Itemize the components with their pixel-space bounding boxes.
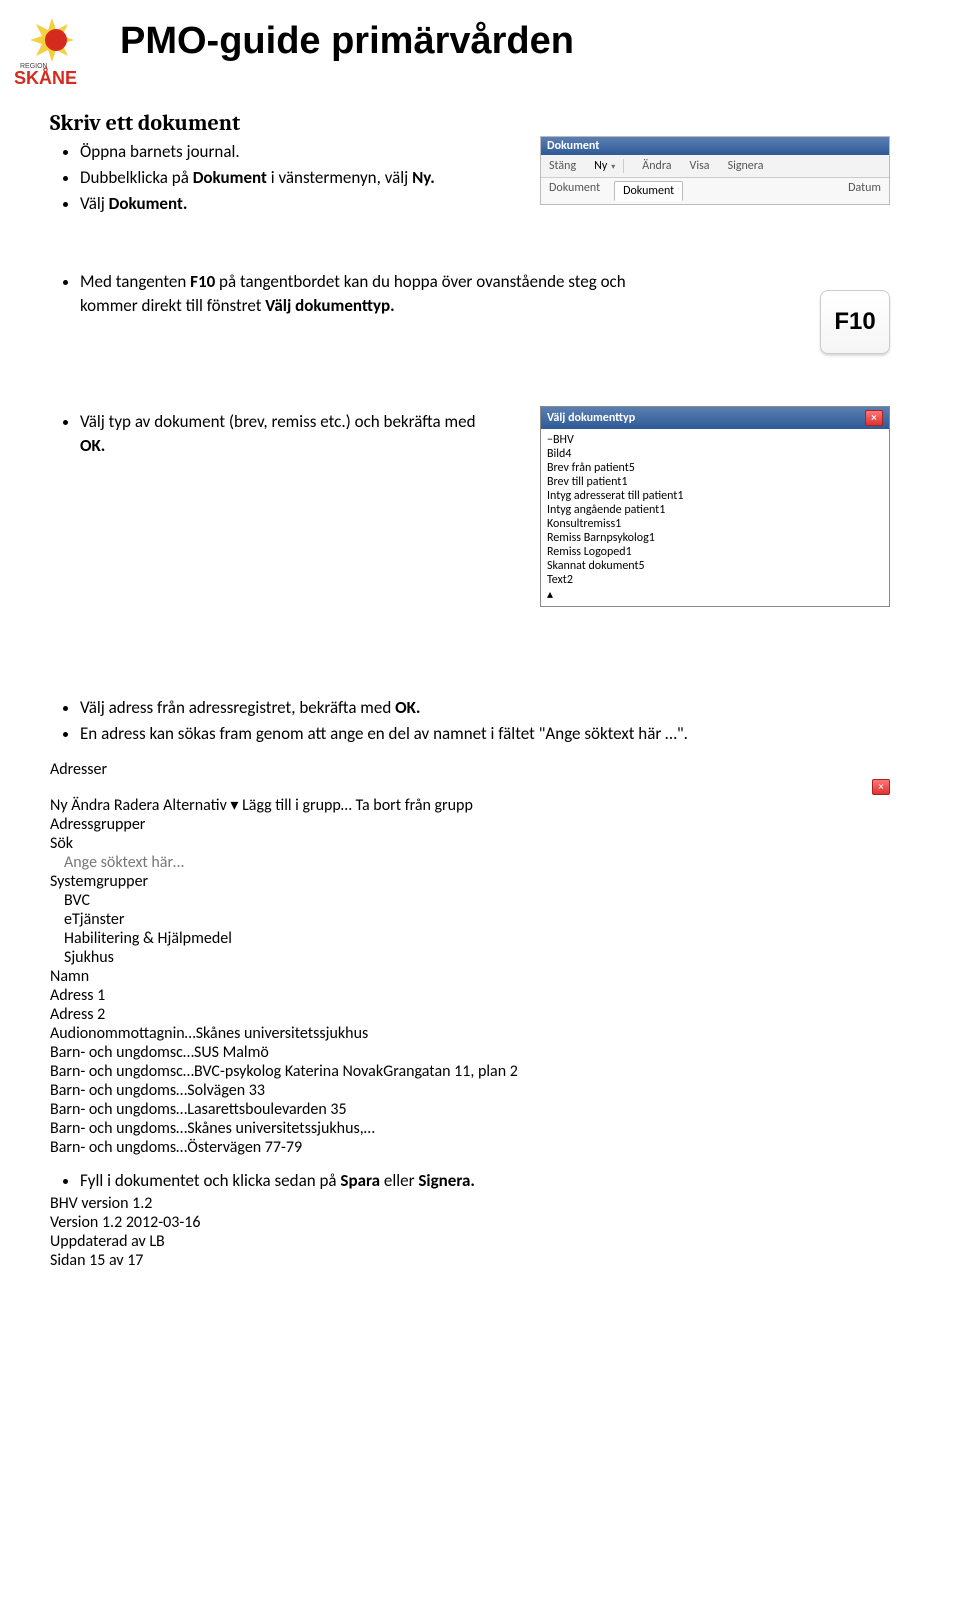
doctype-row[interactable]: Skannat dokument5 [547, 559, 885, 573]
list-item: Välj typ av dokument (brev, remiss etc.)… [80, 410, 480, 458]
address-row[interactable]: Barn- och ungdomsc…BVC-psykolog Katerina… [50, 1062, 890, 1081]
page-main-title: PMO-guide primärvården [120, 20, 574, 63]
col-adress1[interactable]: Adress 1 [50, 986, 890, 1005]
toolbar-buttons: Stäng Ny Ändra Visa Signera [541, 155, 889, 178]
doctype-row[interactable]: Text2 [547, 573, 885, 587]
screenshot-valj-dokumenttyp: Välj dokumenttyp × − BHV Bild4Brev från … [540, 406, 890, 607]
screenshot-adresser: Adresser × Ny Ändra Radera Alternativ ▾ … [50, 760, 890, 1157]
skane-logo: REGION SKÅNE [12, 10, 92, 90]
col-datum: Datum [848, 181, 881, 201]
doctype-row[interactable]: Intyg adresserat till patient1 [547, 489, 885, 503]
adr-btn-lagg-till[interactable]: Lägg till i grupp… [242, 796, 352, 815]
f10-key-icon: F10 [820, 290, 890, 354]
tab-dokument-1[interactable]: Dokument [549, 181, 600, 201]
footer-page-number: Sidan 15 av 17 [50, 1251, 890, 1270]
address-row[interactable]: Audionommottagnin…Skånes universitetssju… [50, 1024, 890, 1043]
adresser-columns: Namn Adress 1 Adress 2 [50, 967, 890, 1024]
close-icon[interactable]: × [865, 410, 883, 426]
address-row[interactable]: Barn- och ungdoms…Lasarettsboulevarden 3… [50, 1100, 890, 1119]
toolbar-tabs: Dokument Dokument Datum [541, 178, 889, 204]
screenshot-dokument-toolbar: Dokument Stäng Ny Ändra Visa Signera Dok… [540, 136, 890, 205]
tree-item-systemgrupper[interactable]: Systemgrupper [50, 872, 890, 891]
scroll-up-icon[interactable]: ▴ [547, 587, 885, 602]
instruction-list-6: Fyll i dokumentet och klicka sedan på Sp… [80, 1169, 890, 1193]
doctype-row[interactable]: Bild4 [547, 447, 885, 461]
instruction-list-4: Välj adress från adressregistret, bekräf… [80, 696, 890, 746]
dialog-title: Välj dokumenttyp [547, 411, 635, 425]
toolbar-btn-edit[interactable]: Ändra [642, 159, 671, 173]
tree-item-etjanster[interactable]: eTjänster [64, 910, 890, 929]
adr-btn-ny[interactable]: Ny [50, 796, 68, 815]
adr-btn-radera[interactable]: Radera [114, 796, 160, 815]
tree-item-bvc[interactable]: BVC [64, 891, 890, 910]
address-row[interactable]: Barn- och ungdoms…Östervägen 77-79 [50, 1138, 890, 1157]
tree-item-sjukhus[interactable]: Sjukhus [64, 948, 890, 967]
toolbar-btn-view[interactable]: Visa [690, 159, 710, 173]
section-title: Skriv ett dokument [50, 110, 890, 136]
tree-root[interactable]: − BHV [547, 433, 885, 447]
close-icon[interactable]: × [872, 779, 890, 795]
dialog-title-adresser: Adresser [50, 760, 107, 779]
toolbar-title: Dokument [541, 137, 889, 155]
tree-item-sok[interactable]: Sök [50, 834, 890, 853]
list-item: En adress kan sökas fram genom att ange … [80, 722, 890, 746]
address-row[interactable]: Barn- och ungdoms…Skånes universitetssju… [50, 1119, 890, 1138]
list-item: Dubbelklicka på Dokument i vänstermenyn,… [80, 166, 530, 190]
adresser-toolbar: Ny Ändra Radera Alternativ ▾ Lägg till i… [50, 795, 890, 815]
footer-left: BHV version 1.2 Version 1.2 2012-03-16 U… [50, 1194, 890, 1251]
adr-btn-andra[interactable]: Ändra [71, 796, 110, 815]
col-adress2[interactable]: Adress 2 [50, 1005, 890, 1024]
doctype-row[interactable]: Remiss Logoped1 [547, 545, 885, 559]
adr-btn-alternativ[interactable]: Alternativ ▾ [163, 796, 238, 815]
col-namn[interactable]: Namn [50, 967, 890, 986]
list-item: Välj Dokument. [80, 192, 530, 216]
instruction-list-2: Med tangenten F10 på tangentbordet kan d… [80, 270, 670, 318]
list-item: Öppna barnets journal. [80, 140, 530, 164]
adressgrupper-header: Adressgrupper [50, 815, 890, 834]
address-row[interactable]: Barn- och ungdoms…Solvägen 33 [50, 1081, 890, 1100]
tab-dokument-active[interactable]: Dokument [614, 181, 683, 201]
instruction-list-1: Öppna barnets journal. Dubbelklicka på D… [80, 140, 530, 215]
doctype-row[interactable]: Intyg angående patient1 [547, 503, 885, 517]
list-item: Välj adress från adressregistret, bekräf… [80, 696, 890, 720]
doctype-row[interactable]: Brev från patient5 [547, 461, 885, 475]
adr-btn-ta-bort: Ta bort från grupp [355, 796, 472, 815]
doctype-row[interactable]: Remiss Barnpsykolog1 [547, 531, 885, 545]
toolbar-btn-sign[interactable]: Signera [728, 159, 764, 173]
list-item: Fyll i dokumentet och klicka sedan på Sp… [80, 1169, 890, 1193]
tree-item-habilitering[interactable]: Habilitering & Hjälpmedel [64, 929, 890, 948]
toolbar-btn-new[interactable]: Ny [594, 159, 624, 173]
address-row[interactable]: Barn- och ungdomsc…SUS Malmö [50, 1043, 890, 1062]
scrollbar[interactable]: ▴ [547, 587, 885, 602]
instruction-list-3: Välj typ av dokument (brev, remiss etc.)… [80, 410, 480, 458]
svg-text:SKÅNE: SKÅNE [14, 68, 77, 88]
list-item: Med tangenten F10 på tangentbordet kan d… [80, 270, 670, 318]
search-hint[interactable]: Ange söktext här… [64, 853, 890, 872]
doctype-row[interactable]: Konsultremiss1 [547, 517, 885, 531]
toolbar-btn-close[interactable]: Stäng [549, 159, 576, 173]
doctype-row[interactable]: Brev till patient1 [547, 475, 885, 489]
